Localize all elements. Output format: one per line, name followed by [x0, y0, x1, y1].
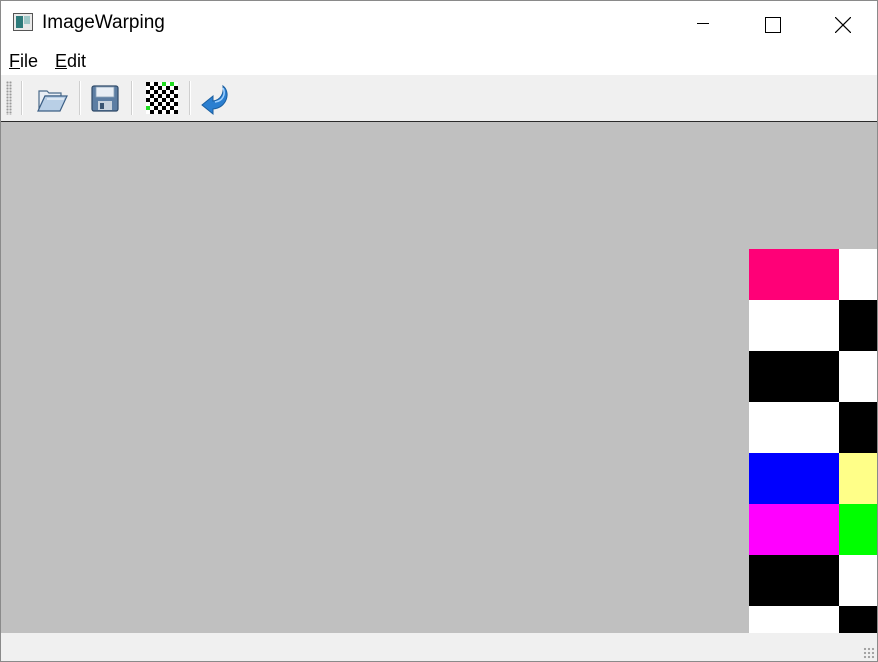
title-bar[interactable]: ImageWarping [1, 1, 877, 45]
app-icon [13, 13, 33, 31]
menu-edit-mnemonic: E [55, 51, 68, 71]
minimize-button[interactable] [669, 1, 737, 45]
close-icon [835, 17, 851, 33]
menu-file-label-rest: ile [20, 51, 39, 71]
image-cell [839, 402, 877, 453]
menu-bar: File Edit [1, 45, 877, 75]
toolbar-separator [79, 81, 81, 115]
floppy-disk-icon [91, 85, 119, 112]
save-file-button[interactable] [87, 80, 123, 116]
warped-image [749, 249, 877, 633]
minimize-icon [697, 23, 709, 24]
image-cell [749, 300, 839, 351]
window-title: ImageWarping [42, 12, 165, 33]
status-bar [1, 633, 877, 661]
image-cell [839, 300, 877, 351]
menu-file-mnemonic: F [9, 51, 20, 71]
image-cell [839, 249, 877, 300]
menu-edit[interactable]: Edit [55, 51, 86, 72]
image-cell [749, 402, 839, 453]
image-canvas[interactable] [1, 122, 877, 633]
folder-open-icon [37, 90, 68, 112]
image-cell [749, 249, 839, 300]
toolbar-separator [189, 81, 191, 115]
image-cell [749, 606, 839, 633]
image-cell [839, 555, 877, 606]
image-cell [839, 606, 877, 633]
close-button[interactable] [807, 1, 875, 45]
menu-file[interactable]: File [9, 51, 38, 72]
menu-edit-label-rest: dit [67, 51, 87, 71]
image-cell [839, 453, 877, 504]
resize-grip-icon[interactable] [863, 647, 875, 659]
image-cell [839, 351, 877, 402]
maximize-icon [765, 17, 781, 33]
undo-button[interactable] [195, 80, 231, 116]
maximize-button[interactable] [737, 1, 805, 45]
image-cell [749, 504, 839, 555]
image-cell [749, 453, 839, 504]
open-file-button[interactable] [33, 80, 69, 116]
toolbar-separator [21, 81, 23, 115]
app-window: ImageWarping File Edit [0, 0, 878, 662]
toolbar-grip[interactable] [6, 81, 12, 115]
image-cell [749, 351, 839, 402]
checkerboard-icon [146, 82, 178, 114]
undo-arrow-icon [201, 84, 228, 116]
warp-button[interactable] [144, 80, 180, 116]
image-cell [839, 504, 877, 555]
toolbar [1, 75, 877, 122]
toolbar-separator [131, 81, 133, 115]
image-cell [749, 555, 839, 606]
